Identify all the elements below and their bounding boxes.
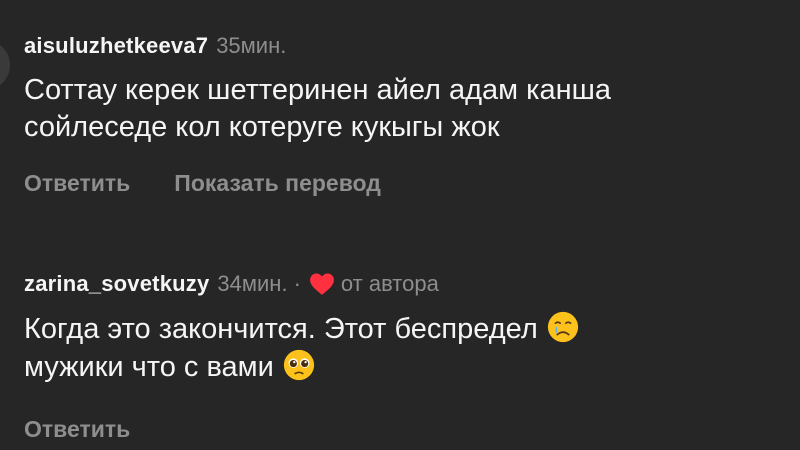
comment-header: zarina_sovetkuzy 34мин. · от автора <box>24 268 780 300</box>
comment-actions: Ответить <box>24 416 780 443</box>
comment-item: aisuluzhetkeeva7 35мин. Соттау керек шет… <box>24 30 780 197</box>
username[interactable]: zarina_sovetkuzy <box>24 271 209 297</box>
timestamp: 34мин. <box>217 271 288 296</box>
comment-text: Когда это закончится. Этот беспредел муж… <box>24 310 780 386</box>
comment-text-line: Соттау керек шеттеринен айел адам канша <box>24 74 612 106</box>
comment-text: Соттау керек шеттеринен айел адам канша … <box>24 72 780 146</box>
comment-text-line: Когда это закончится. Этот беспредел <box>24 310 780 348</box>
reply-button[interactable]: Ответить <box>24 170 130 197</box>
comment-text-line: сойлеседе кол котеруге кукыгы жок <box>24 111 500 143</box>
avatar[interactable] <box>0 40 10 90</box>
pleading-face-icon <box>283 349 314 381</box>
comment-text-segment: мужики что с вами <box>24 351 274 383</box>
reply-button[interactable]: Ответить <box>24 416 130 443</box>
comment-item: zarina_sovetkuzy 34мин. · от автора Когд… <box>24 268 780 443</box>
username[interactable]: aisuluzhetkeeva7 <box>24 33 208 59</box>
comment-text-line: мужики что с вами <box>24 348 780 386</box>
comment-header: aisuluzhetkeeva7 35мин. <box>24 30 780 62</box>
liked-by-author-label: от автора <box>340 271 439 296</box>
separator-dot: · <box>293 271 301 296</box>
crying-face-icon <box>547 311 578 343</box>
comment-text-segment: Когда это закончится. Этот беспредел <box>24 313 538 345</box>
heart-icon <box>309 273 334 295</box>
comment-actions: Ответить Показать перевод <box>24 170 780 197</box>
timestamp: 35мин. <box>216 33 287 58</box>
show-translation-button[interactable]: Показать перевод <box>174 170 381 197</box>
